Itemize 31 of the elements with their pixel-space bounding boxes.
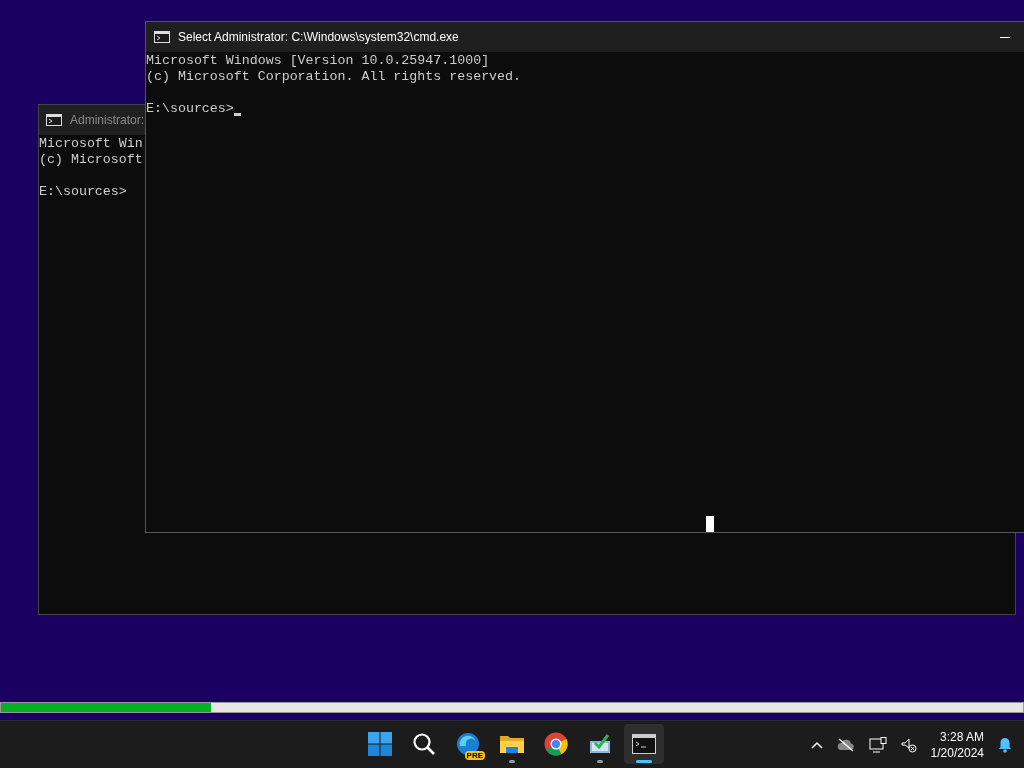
text-select-cursor-icon xyxy=(706,516,714,532)
browser-icon xyxy=(544,732,568,756)
running-indicator xyxy=(597,760,603,763)
window-title: Select Administrator: C:\Windows\system32\cmd.exe xyxy=(178,29,459,46)
minimize-icon[interactable] xyxy=(1000,36,1010,38)
text-cursor xyxy=(233,113,241,116)
pre-badge: PRE xyxy=(464,751,485,760)
taskbar-app[interactable] xyxy=(624,724,664,764)
console-line: (c) Microsoft xyxy=(39,152,143,168)
chevron-up-icon[interactable] xyxy=(810,741,823,749)
console-line: (c) Microsoft Corporation. All rights reserved. xyxy=(146,69,522,85)
volume-muted-icon[interactable] xyxy=(900,737,917,753)
bell-icon[interactable] xyxy=(998,737,1012,753)
installer-icon xyxy=(589,733,611,755)
taskbar-app[interactable]: PRE xyxy=(448,724,488,764)
console-line: Microsoft Windows [Version 10.0.25947.1000] xyxy=(146,53,490,69)
console-icon xyxy=(46,114,62,126)
running-indicator xyxy=(636,760,652,763)
clock[interactable]: 3:28 AM 1/20/2024 xyxy=(930,729,984,761)
window-title: Administrator: xyxy=(70,112,145,129)
network-icon[interactable] xyxy=(868,737,887,753)
windows-logo-icon xyxy=(368,732,392,756)
search-icon xyxy=(412,732,436,756)
command-prompt: E:\sources> xyxy=(146,101,234,117)
console-icon xyxy=(154,31,170,43)
terminal-icon xyxy=(632,734,656,754)
folder-icon xyxy=(499,733,525,755)
console-line: Microsoft Win xyxy=(39,136,143,152)
running-indicator xyxy=(509,760,515,763)
cloud-off-icon[interactable] xyxy=(836,738,855,752)
command-prompt: E:\sources> xyxy=(39,184,127,200)
